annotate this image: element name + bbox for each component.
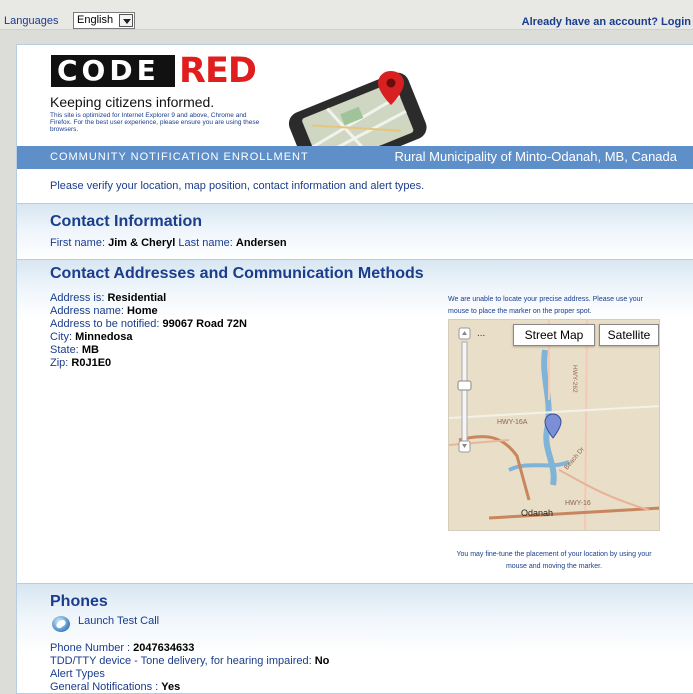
language-selected: English <box>77 14 114 26</box>
codered-logo: CODE RED <box>51 51 285 91</box>
enrollment-title: COMMUNITY NOTIFICATION ENROLLMENT <box>50 151 309 163</box>
map-tiles[interactable]: ... HWY-262 HWY-16A Beach Dr HWY-16 Odan… <box>449 320 660 531</box>
contact-name-line: First name: Jim & Cheryl Last name: Ande… <box>50 237 287 250</box>
municipality-name: Rural Municipality of Minto-Odanah, MB, … <box>394 149 677 164</box>
header: CODE RED Keeping citizens informed. This… <box>17 45 693 169</box>
languages-label: Languages <box>4 15 59 27</box>
map-label-hwy16: HWY-16 <box>565 500 591 507</box>
map-label-town: Odanah <box>521 508 553 518</box>
address-field-name: Address name: Home <box>50 305 158 317</box>
top-bar: Languages English Already have an accoun… <box>0 0 693 30</box>
phone-icon[interactable] <box>52 616 70 632</box>
verify-instructions: Please verify your location, map positio… <box>50 180 425 192</box>
addresses-title: Contact Addresses and Communication Meth… <box>50 265 424 282</box>
map-hint: You may fine-tune the placement of your … <box>456 551 652 570</box>
address-field-type: Address is: Residential <box>50 292 167 304</box>
logo-code-text: CODE <box>51 55 175 87</box>
launch-test-call-label[interactable]: Launch Test Call <box>78 615 159 627</box>
enrollment-panel: CODE RED Keeping citizens informed. This… <box>16 44 693 694</box>
last-name-label: Last name: <box>178 237 233 249</box>
address-field-street: Address to be notified: 99067 Road 72N <box>50 318 247 330</box>
chevron-down-icon[interactable] <box>119 14 133 27</box>
last-name-value: Andersen <box>235 237 287 249</box>
general-notifications-line: General Notifications : Yes <box>50 681 181 693</box>
map-label-hwy16a: HWY-16A <box>497 419 528 426</box>
street-map-button[interactable]: Street Map <box>513 324 595 346</box>
map-note: We are unable to locate your precise add… <box>448 296 643 315</box>
address-field-zip: Zip: R0J1E0 <box>50 357 112 369</box>
login-link[interactable]: Already have an account? Login <box>522 16 691 28</box>
map-label-hwy262: HWY-262 <box>571 365 578 393</box>
address-field-state: State: MB <box>50 344 99 356</box>
first-name-value: Jim & Cheryl <box>108 237 176 249</box>
enrollment-bar: COMMUNITY NOTIFICATION ENROLLMENT Rural … <box>17 146 693 169</box>
browser-note: This site is optimized for Internet Expl… <box>50 112 260 133</box>
location-map[interactable]: ... HWY-262 HWY-16A Beach Dr HWY-16 Odan… <box>448 319 660 531</box>
language-select[interactable]: English <box>73 12 135 29</box>
address-field-city: City: Minnedosa <box>50 331 133 343</box>
contact-info-title: Contact Information <box>50 213 202 230</box>
tagline: Keeping citizens informed. <box>50 94 215 110</box>
svg-text:...: ... <box>477 328 485 339</box>
contact-info-section <box>17 203 693 261</box>
logo-red-text: RED <box>179 51 257 91</box>
satellite-button[interactable]: Satellite <box>599 324 659 346</box>
first-name-label: First name: <box>50 237 106 249</box>
alert-types-label: Alert Types <box>50 668 105 680</box>
tdd-line: TDD/TTY device - Tone delivery, for hear… <box>50 655 330 667</box>
phone-number-line: Phone Number : 2047634633 <box>50 642 195 654</box>
phones-title: Phones <box>50 593 108 610</box>
